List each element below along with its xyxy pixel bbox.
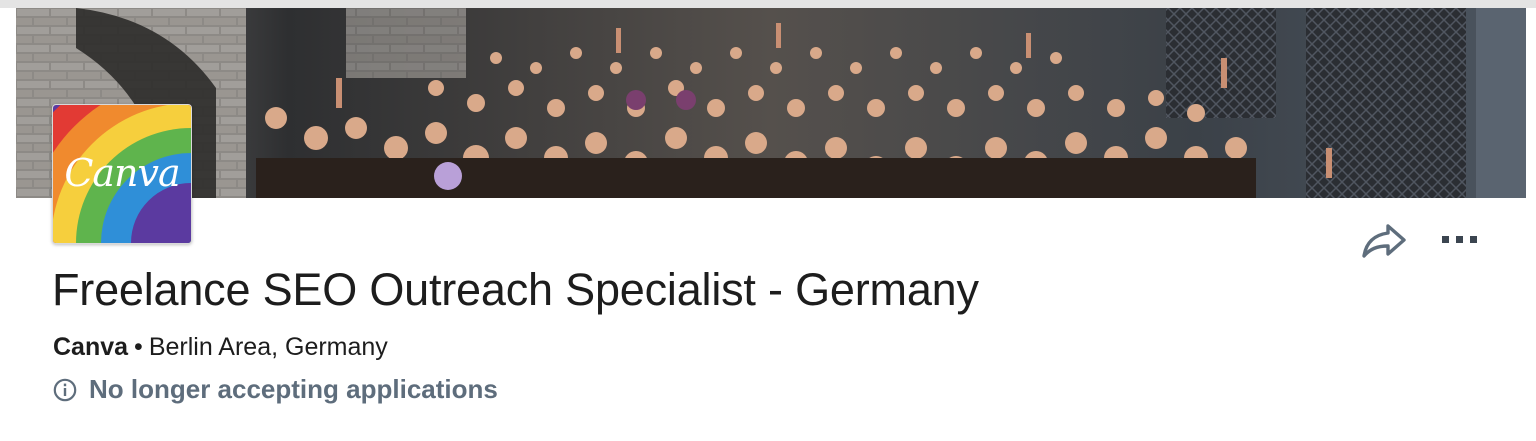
canva-logo-text: Canva: [64, 151, 180, 195]
share-button[interactable]: [1360, 220, 1408, 260]
company-logo[interactable]: Canva: [52, 104, 192, 244]
application-status: No longer accepting applications: [53, 374, 498, 405]
share-arrow-icon: [1362, 224, 1406, 258]
info-icon: [53, 378, 77, 401]
more-options-icon: [1442, 236, 1477, 243]
job-location: Berlin Area, Germany: [148, 333, 388, 361]
status-text: No longer accepting applications: [89, 374, 498, 404]
company-name-link[interactable]: Canva: [53, 333, 128, 361]
meta-separator: •: [134, 333, 143, 361]
more-options-button[interactable]: [1438, 222, 1486, 258]
job-meta: Canva • Berlin Area, Germany: [53, 333, 388, 362]
top-border: [0, 0, 1536, 8]
company-banner-image: [16, 8, 1526, 198]
job-title: Freelance SEO Outreach Specialist - Germ…: [52, 264, 979, 315]
